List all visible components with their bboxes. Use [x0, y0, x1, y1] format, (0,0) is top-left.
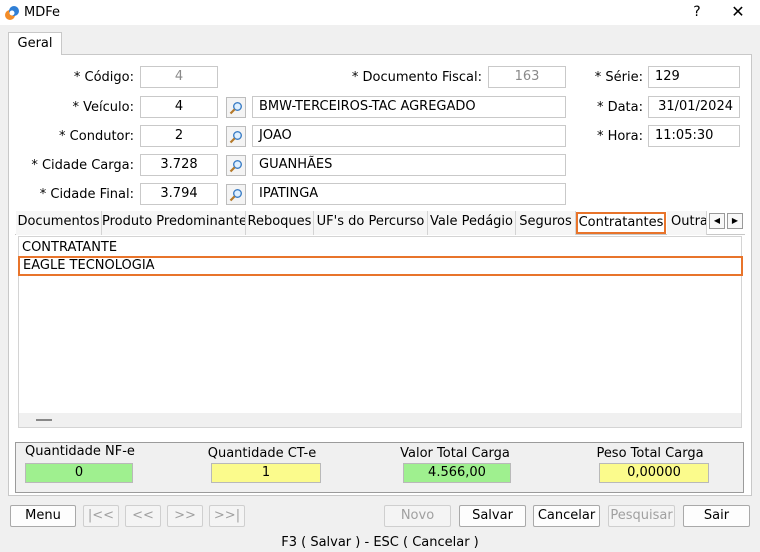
subtab-scroll-left-icon[interactable]: ◀ [709, 213, 725, 229]
codigo-field[interactable]: 4 [140, 66, 218, 88]
magnifier-icon [229, 159, 242, 172]
peso-total-carga-value: 0,00000 [599, 463, 709, 483]
cancelar-button[interactable]: Cancelar [533, 505, 600, 527]
salvar-button[interactable]: Salvar [459, 505, 526, 527]
novo-button[interactable]: Novo [384, 505, 451, 527]
quantidade-cte-value: 1 [211, 463, 321, 483]
hora-label: * Hora: [596, 129, 643, 144]
title-bar [0, 0, 760, 25]
subtab-ufs-do-percurso[interactable]: UF's do Percurso [314, 211, 428, 235]
sair-button[interactable]: Sair [683, 505, 750, 527]
serie-label: * Série: [594, 70, 643, 85]
last-record-button[interactable]: >>| [209, 505, 245, 527]
veiculo-label: * Veículo: [72, 100, 134, 115]
subtab-reboques[interactable]: Reboques [246, 211, 314, 235]
grid-column-header[interactable]: CONTRATANTE [22, 240, 117, 255]
scrollbar-thumb[interactable] [36, 419, 52, 421]
table-row[interactable]: EAGLE TECNOLOGIA [18, 256, 743, 276]
condutor-description-field[interactable]: JOAO [252, 125, 566, 147]
condutor-lookup-button[interactable] [226, 126, 246, 147]
window-title: MDFe [24, 5, 60, 20]
quantidade-nfe-label: Quantidade NF-e [25, 444, 135, 459]
subtab-vale-pedagio[interactable]: Vale Pedágio [428, 211, 516, 235]
documento-fiscal-field[interactable]: 163 [488, 66, 566, 88]
cidade-final-code-field[interactable]: 3.794 [140, 183, 218, 205]
hora-field[interactable]: 11:05:30 [648, 125, 740, 147]
quantidade-cte-label: Quantidade CT-e [207, 446, 317, 461]
first-record-button[interactable]: |<< [83, 505, 119, 527]
cidade-final-label: * Cidade Final: [39, 187, 134, 202]
subtab-seguros[interactable]: Seguros [516, 211, 576, 235]
previous-record-button[interactable]: << [125, 505, 161, 527]
close-button[interactable]: ✕ [726, 2, 750, 22]
pesquisar-button[interactable]: Pesquisar [608, 505, 675, 527]
cidade-carga-description-field[interactable]: GUANHÃES [252, 154, 566, 176]
data-label: * Data: [596, 100, 643, 115]
magnifier-icon [229, 188, 242, 201]
horizontal-scrollbar[interactable] [19, 413, 741, 427]
condutor-code-field[interactable]: 2 [140, 125, 218, 147]
subtab-contratantes[interactable]: Contratantes [576, 212, 666, 234]
help-button[interactable]: ? [686, 2, 708, 22]
cidade-final-description-field[interactable]: IPATINGA [252, 183, 566, 205]
subtab-outras[interactable]: Outra [667, 211, 707, 235]
veiculo-lookup-button[interactable] [226, 97, 246, 118]
next-record-button[interactable]: >> [167, 505, 203, 527]
peso-total-carga-label: Peso Total Carga [596, 446, 704, 461]
subtab-documentos[interactable]: Documentos [16, 211, 102, 235]
cidade-carga-label: * Cidade Carga: [31, 158, 134, 173]
magnifier-icon [229, 130, 242, 143]
menu-button[interactable]: Menu [10, 505, 76, 527]
valor-total-carga-value: 4.566,00 [403, 463, 511, 483]
tab-geral[interactable]: Geral [8, 32, 62, 55]
cidade-final-lookup-button[interactable] [226, 184, 246, 205]
quantidade-nfe-value: 0 [25, 463, 133, 483]
cidade-carga-code-field[interactable]: 3.728 [140, 154, 218, 176]
veiculo-code-field[interactable]: 4 [140, 96, 218, 118]
documento-fiscal-label: * Documento Fiscal: [351, 70, 482, 85]
condutor-label: * Condutor: [59, 129, 134, 144]
app-logo-icon [5, 6, 19, 20]
cidade-carga-lookup-button[interactable] [226, 155, 246, 176]
codigo-label: * Código: [73, 70, 134, 85]
data-field[interactable]: 31/01/2024 [648, 96, 740, 118]
subtab-scroll-right-icon[interactable]: ▶ [727, 213, 743, 229]
valor-total-carga-label: Valor Total Carga [400, 446, 510, 461]
shortcut-hint: F3 ( Salvar ) - ESC ( Cancelar ) [281, 535, 479, 550]
magnifier-icon [229, 101, 242, 114]
subtab-produto-predominante[interactable]: Produto Predominante [102, 211, 246, 235]
serie-field[interactable]: 129 [648, 66, 740, 88]
veiculo-description-field[interactable]: BMW-TERCEIROS-TAC AGREGADO [252, 96, 566, 118]
